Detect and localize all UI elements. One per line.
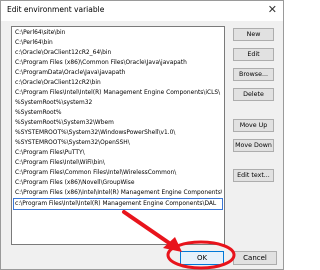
delete-button[interactable]: Delete	[233, 88, 274, 101]
list-item[interactable]: C:\Program Files\Intel\WiFi\bin\	[14, 158, 222, 168]
window-title: Edit environment variable	[7, 5, 105, 14]
ok-button[interactable]: OK	[180, 251, 224, 265]
list-item[interactable]: %SystemRoot%\system32	[14, 98, 222, 108]
list-item-selected[interactable]: c:\Program Files\Intel\Intel(R) Manageme…	[13, 198, 223, 210]
list-item[interactable]: %SYSTEMROOT%\System32\WindowsPowerShell\…	[14, 128, 222, 138]
list-item[interactable]: C:\Perl64\site\bin	[14, 28, 222, 38]
browse-button[interactable]: Browse...	[233, 68, 274, 81]
list-item[interactable]: c:\Oracle\OraClient12cR2_64\bin	[14, 48, 222, 58]
new-button[interactable]: New	[233, 28, 274, 41]
list-item[interactable]: C:\Program Files (x86)\Intel\Intel(R) Ma…	[14, 188, 222, 198]
edit-text-button[interactable]: Edit text...	[233, 169, 274, 182]
cancel-button[interactable]: Cancel	[233, 251, 277, 265]
list-item[interactable]: %SystemRoot%	[14, 108, 222, 118]
list-item[interactable]: C:\ProgramData\Oracle\Java\javapath	[14, 68, 222, 78]
title-bar: Edit environment variable ✕	[1, 1, 283, 21]
edit-button[interactable]: Edit	[233, 48, 274, 61]
path-list[interactable]: C:\Perl64\site\bin C:\Perl64\bin c:\Orac…	[11, 26, 225, 245]
list-item[interactable]: C:\Program Files\Intel\Intel(R) Manageme…	[14, 88, 222, 98]
list-item[interactable]: %SystemRoot%\System32\Wbem	[14, 118, 222, 128]
list-item[interactable]: C:\Perl64\bin	[14, 38, 222, 48]
list-item[interactable]: C:\Program Files\Common Files\Intel\Wire…	[14, 168, 222, 178]
list-item[interactable]: c:\Oracle\OraClient12cR2\bin	[14, 78, 222, 88]
close-icon[interactable]: ✕	[268, 3, 277, 17]
list-item[interactable]: C:\Program Files (x86)\Common Files\Orac…	[14, 58, 222, 68]
move-down-button[interactable]: Move Down	[233, 139, 274, 152]
move-up-button[interactable]: Move Up	[233, 119, 274, 132]
list-item[interactable]: C:\Program Files\PuTTY\	[14, 148, 222, 158]
edit-env-variable-dialog: Edit environment variable ✕ C:\Perl64\si…	[0, 0, 284, 270]
list-item[interactable]: C:\Program Files (x86)\Novell\GroupWise	[14, 178, 222, 188]
list-item[interactable]: %SYSTEMROOT%\System32\OpenSSH\	[14, 138, 222, 148]
